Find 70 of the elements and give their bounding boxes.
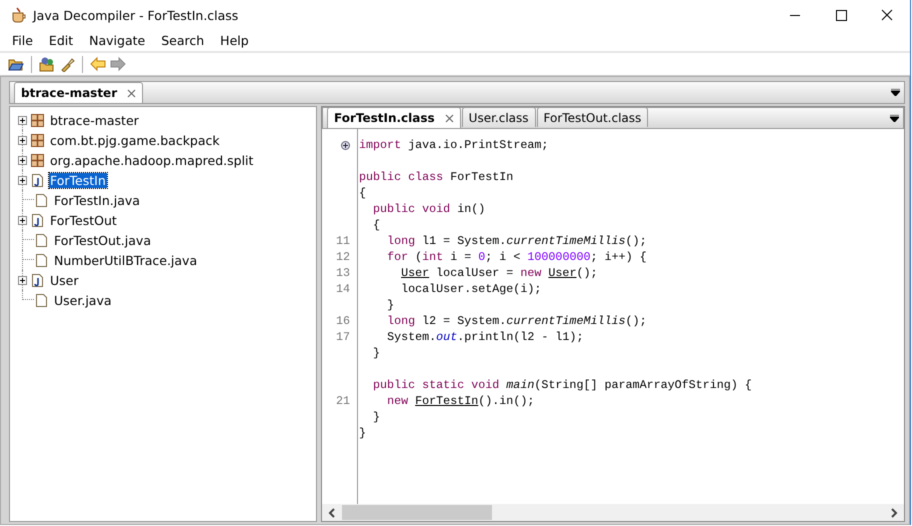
- expand-icon[interactable]: [18, 156, 27, 164]
- tree-item[interactable]: User.java: [53, 292, 113, 308]
- expand-icon[interactable]: [18, 276, 27, 284]
- tab[interactable]: User.class: [462, 107, 536, 127]
- expand-icon[interactable]: [18, 216, 27, 224]
- line-number: 13: [336, 266, 350, 280]
- dropdown-icon[interactable]: [891, 89, 900, 96]
- code-line: }: [359, 426, 366, 440]
- coffee-cup-icon: [11, 7, 27, 23]
- code-line: long l1 = System.currentTimeMillis();: [386, 234, 647, 248]
- window-title: Java Decompiler - ForTestIn.class: [33, 8, 240, 22]
- code-line: long l2 = System.currentTimeMillis();: [386, 314, 647, 328]
- code-line: localUser.setAge(i);: [400, 282, 542, 296]
- left-arrow-icon[interactable]: [90, 56, 106, 72]
- tree-item[interactable]: ForTestIn.java: [53, 192, 141, 208]
- scrollbar-thumb[interactable]: [342, 505, 492, 520]
- code-line: {: [359, 186, 366, 200]
- expand-icon[interactable]: [18, 116, 27, 124]
- tree-item[interactable]: ForTestIn: [49, 172, 107, 188]
- line-number: 11: [336, 234, 350, 248]
- tab[interactable]: ForTestIn.class: [327, 107, 461, 128]
- code-line: new ForTestIn().in();: [386, 394, 534, 408]
- code-line: System.out.println(l2 - l1);: [386, 330, 584, 344]
- expand-icon[interactable]: [18, 176, 27, 184]
- code-line: }: [372, 346, 380, 360]
- tree-item[interactable]: ForTestOut: [49, 212, 118, 228]
- menu-item[interactable]: File: [4, 33, 41, 48]
- class-file-icon: [30, 212, 45, 228]
- line-number: 14: [336, 282, 350, 296]
- folder-with-globe-icon[interactable]: [39, 56, 55, 72]
- code-line: import java.io.PrintStream;: [359, 138, 548, 152]
- menu-item[interactable]: Help: [212, 33, 257, 48]
- expand-icon[interactable]: [341, 140, 350, 150]
- class-file-icon: [30, 272, 45, 288]
- tree-item[interactable]: ForTestOut.java: [53, 232, 152, 248]
- tab[interactable]: btrace-master: [14, 82, 144, 103]
- package-icon: [30, 132, 45, 148]
- close-icon[interactable]: [127, 88, 136, 98]
- file-icon: [34, 232, 49, 248]
- code-line: public static void main(String[] paramArrayOfString) {: [372, 378, 752, 392]
- tree-item[interactable]: org.apache.hadoop.mapred.split: [49, 152, 254, 168]
- code-line: }: [386, 298, 394, 312]
- tab[interactable]: ForTestOut.class: [536, 107, 648, 127]
- menu-item[interactable]: Edit: [40, 33, 82, 48]
- line-number: 12: [336, 250, 350, 264]
- tree-item[interactable]: User: [49, 272, 80, 288]
- tree-item[interactable]: NumberUtilBTrace.java: [53, 252, 198, 268]
- code-line: User localUser = new User();: [400, 266, 598, 280]
- line-number: 21: [336, 394, 350, 408]
- line-number: 17: [336, 330, 350, 344]
- file-icon: [34, 192, 49, 208]
- file-icon: [34, 252, 49, 268]
- dropdown-icon[interactable]: [890, 114, 899, 122]
- code-line: public void in(): [372, 202, 486, 216]
- package-icon: [30, 152, 45, 168]
- package-icon: [30, 112, 45, 128]
- expand-icon[interactable]: [18, 136, 27, 144]
- code-line: {: [372, 218, 380, 232]
- close-icon[interactable]: [444, 114, 454, 122]
- file-icon: [34, 292, 49, 308]
- class-file-icon: [30, 172, 45, 188]
- horizontal-scrollbar[interactable]: [322, 504, 904, 521]
- tree-item[interactable]: btrace-master: [49, 112, 140, 128]
- code-line: for (int i = 0; i < 100000000; i++) {: [386, 250, 647, 264]
- menu-item[interactable]: Search: [153, 33, 212, 48]
- tree-item[interactable]: com.bt.pjg.game.backpack: [49, 132, 221, 148]
- menu-item[interactable]: Navigate: [81, 33, 154, 48]
- code-line: }: [372, 410, 380, 424]
- line-number: 16: [336, 314, 350, 328]
- code-line: public class ForTestIn: [359, 170, 514, 184]
